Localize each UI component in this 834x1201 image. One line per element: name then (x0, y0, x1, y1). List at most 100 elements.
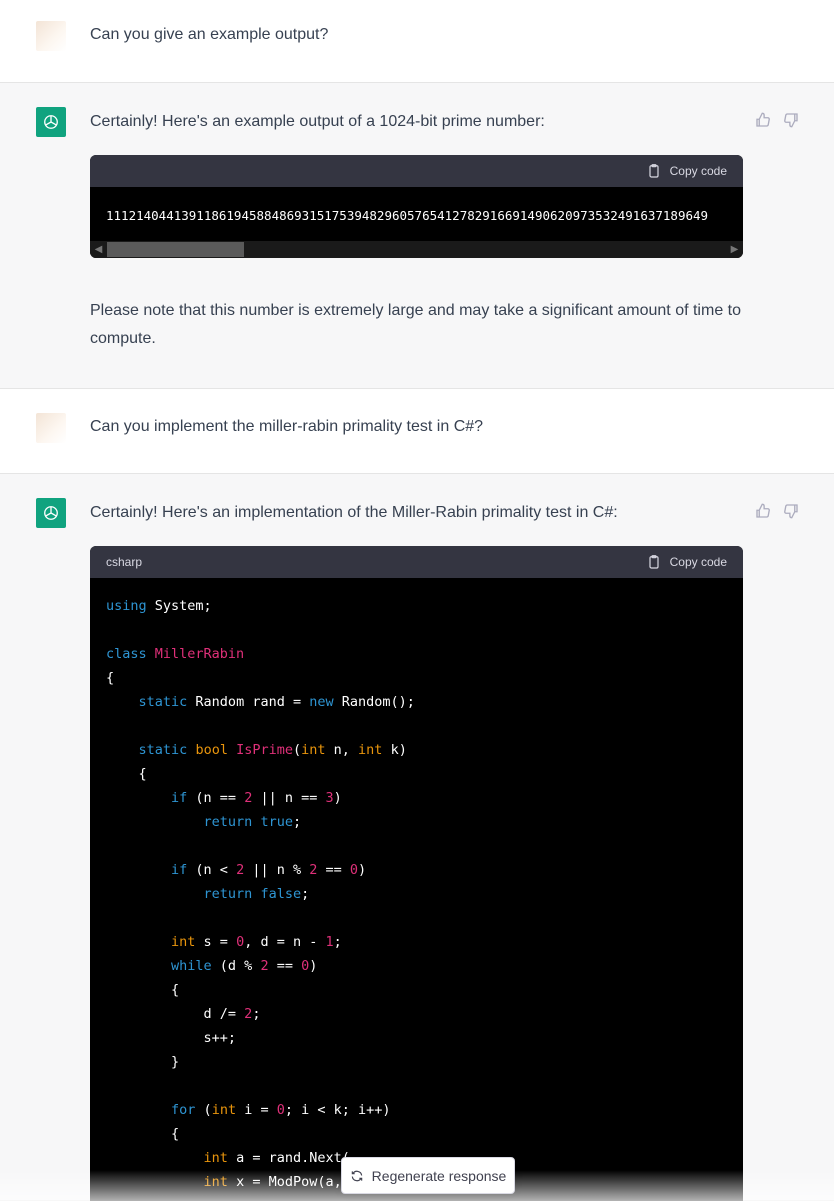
code-token: k) (382, 742, 407, 758)
copy-code-button[interactable]: Copy code (646, 163, 727, 179)
code-token: ) (333, 790, 342, 806)
code-token: { (106, 670, 115, 686)
code-token: d /= (106, 1006, 245, 1022)
code-token: ; (252, 1006, 261, 1022)
code-line: { (106, 762, 727, 786)
regenerate-response-label: Regenerate response (371, 1167, 507, 1184)
scroll-left-arrow-icon[interactable]: ◀ (90, 241, 107, 258)
code-token: int (358, 742, 383, 758)
code-block: Copy code 111214044139118619458848693151… (90, 155, 743, 258)
code-line: int s = 0, d = n - 1; (106, 930, 727, 954)
clipboard-icon (649, 555, 659, 569)
code-token: static (138, 694, 188, 710)
code-line: for (int i = 0; i < k; i++) (106, 1098, 727, 1122)
code-line: return true; (106, 810, 727, 834)
thumbs-up-icon[interactable] (754, 502, 772, 520)
assistant-intro-text: Certainly! Here's an example output of a… (90, 113, 545, 130)
thumbs-down-icon[interactable] (782, 111, 800, 129)
code-token: ; (333, 934, 342, 950)
code-token: ( (195, 1102, 212, 1118)
code-line: class MillerRabin (106, 642, 727, 666)
code-line: return false; (106, 882, 727, 906)
code-token: using (106, 598, 147, 614)
code-token: } (106, 1054, 180, 1070)
feedback-buttons (754, 111, 800, 129)
horizontal-scrollbar[interactable]: ◀ ▶ (90, 241, 743, 258)
code-line: { (106, 1122, 727, 1146)
code-token: n, (325, 742, 359, 758)
code-token: == (317, 862, 350, 878)
code-line: static bool IsPrime(int n, int k) (106, 738, 727, 762)
code-line: if (n < 2 || n % 2 == 0) (106, 858, 727, 882)
code-token: 0 (349, 862, 359, 878)
assistant-message: Certainly! Here's an example output of a… (0, 83, 834, 389)
code-token: if (171, 790, 188, 806)
code-line: } (106, 1050, 727, 1074)
code-line: while (d % 2 == 0) (106, 954, 727, 978)
code-token: ; i < k; i++) (284, 1102, 391, 1118)
csharp-code-content: using System; class MillerRabin { static R… (90, 578, 743, 1201)
code-token: == (268, 958, 302, 974)
code-header: csharp Copy code (90, 546, 743, 578)
assistant-message: Certainly! Here's an implementation of t… (0, 474, 834, 1201)
code-token: int (211, 1102, 237, 1118)
code-token: s = (195, 934, 237, 950)
scrollbar-thumb[interactable] (107, 242, 244, 257)
copy-code-label: Copy code (669, 164, 727, 178)
code-token: 1 (325, 934, 334, 950)
code-token: x = ModPow(a, (227, 1174, 342, 1190)
code-token: { (106, 982, 180, 998)
thumbs-down-icon[interactable] (782, 502, 800, 520)
code-token: return (203, 886, 253, 902)
code-token: ) (358, 862, 367, 878)
code-token: MillerRabin (154, 646, 245, 662)
code-token: 0 (276, 1102, 285, 1118)
code-token: || n == (252, 790, 326, 806)
code-token: int (203, 1150, 228, 1166)
code-token: int (301, 742, 326, 758)
code-token: Random rand = (187, 694, 310, 710)
thumbs-up-icon[interactable] (754, 111, 772, 129)
user-avatar (36, 413, 66, 443)
user-message: Can you implement the miller-rabin prima… (0, 389, 834, 474)
code-token: class (106, 646, 147, 662)
code-token: || n % (244, 862, 310, 878)
code-line: d /= 2; (106, 1002, 727, 1026)
feedback-buttons (754, 502, 800, 520)
code-line: static Random rand = new Random(); (106, 690, 727, 714)
scroll-right-arrow-icon[interactable]: ▶ (726, 241, 743, 258)
code-token: while (171, 958, 212, 974)
code-token: { (106, 766, 147, 782)
code-token: IsPrime (236, 742, 293, 758)
code-token: static (138, 742, 188, 758)
assistant-after-text: Please note that this number is extremel… (90, 302, 741, 347)
code-line: { (106, 666, 727, 690)
code-token: (d % (211, 958, 261, 974)
code-token: i = (236, 1102, 277, 1118)
code-token: ) (309, 958, 318, 974)
user-avatar (36, 21, 66, 51)
code-token: (n < (187, 862, 237, 878)
user-message-text: Can you implement the miller-rabin prima… (90, 418, 484, 435)
clipboard-icon (649, 164, 659, 178)
code-token: 2 (236, 862, 245, 878)
code-token: , d = n - (244, 934, 326, 950)
code-token: int (203, 1174, 228, 1190)
copy-code-button[interactable]: Copy code (646, 554, 727, 570)
regenerate-response-button[interactable]: Regenerate response (341, 1157, 515, 1194)
code-token: ( (293, 742, 302, 758)
code-line: if (n == 2 || n == 3) (106, 786, 727, 810)
code-token: ; (301, 886, 310, 902)
